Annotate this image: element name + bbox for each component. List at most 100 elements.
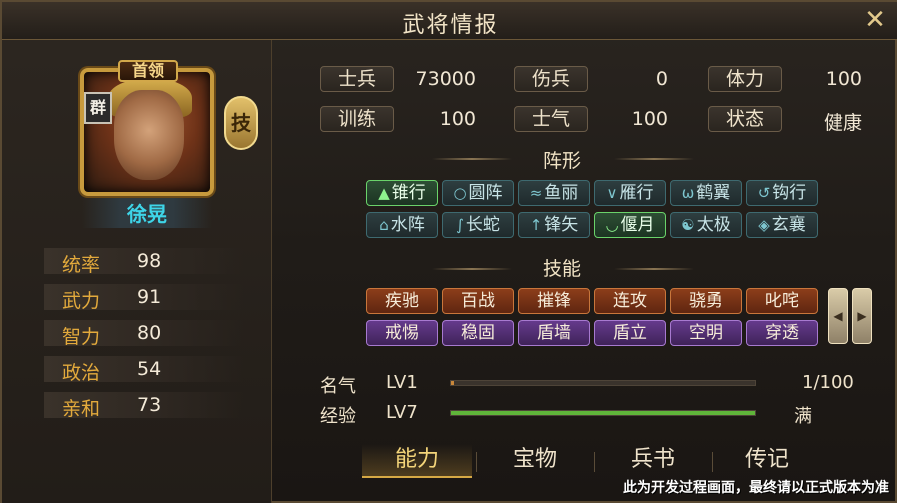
tab-biography[interactable]: 传记	[712, 444, 822, 478]
attribute-value: 91	[137, 286, 162, 308]
stat-label-status: 状态	[708, 106, 782, 132]
hero-portrait[interactable]: 首领 群	[80, 60, 216, 200]
divider	[614, 158, 694, 160]
stat-value-wounded: 0	[655, 68, 668, 90]
exp-bar-fill	[451, 411, 755, 415]
attribute-row: 亲和 73	[44, 392, 244, 420]
formation-icon: ⌂	[379, 216, 389, 234]
formation-icon: ≈	[529, 184, 543, 202]
fame-label: 名气	[320, 376, 356, 397]
attribute-value: 54	[137, 358, 162, 380]
dev-disclaimer: 此为开发过程画面，最终请以正式版本为准	[623, 480, 889, 496]
formation-label: 玄襄	[771, 215, 806, 235]
formation-chip[interactable]: ↑ 锋矢	[518, 212, 590, 238]
formation-label: 锥行	[391, 183, 426, 203]
formation-icon: ∨	[606, 184, 618, 202]
attribute-row: 智力 80	[44, 320, 244, 348]
skill-chip[interactable]: 百战	[442, 288, 514, 314]
skill-chip[interactable]: 戒惕	[366, 320, 438, 346]
formation-chip[interactable]: ▲ 锥行	[366, 180, 438, 206]
formation-chip[interactable]: ∨ 雁行	[594, 180, 666, 206]
skill-next-button[interactable]: ▶	[852, 288, 872, 344]
formation-chip[interactable]: ≈ 鱼丽	[518, 180, 590, 206]
formation-chip[interactable]: ∫ 长蛇	[442, 212, 514, 238]
exp-level: LV7	[386, 402, 418, 423]
attribute-label: 智力	[62, 326, 101, 348]
formation-icon: ◈	[758, 216, 770, 234]
stat-value-morale: 100	[631, 108, 668, 130]
formation-icon: ↺	[757, 184, 771, 202]
tab-military-book[interactable]: 兵书	[598, 444, 708, 478]
formation-icon: ▲	[378, 184, 390, 202]
portrait-frame	[80, 68, 214, 196]
formation-label: 圆阵	[468, 183, 503, 203]
exp-value: 满	[794, 406, 812, 427]
attribute-value: 80	[137, 322, 162, 344]
formation-chip[interactable]: ω 鹤翼	[670, 180, 742, 206]
formation-label: 偃月	[620, 215, 655, 235]
tab-separator	[594, 452, 595, 472]
window-title: 武将情报	[402, 13, 499, 38]
formation-chip[interactable]: ⌂ 水阵	[366, 212, 438, 238]
skill-chip[interactable]: 盾立	[594, 320, 666, 346]
formation-chip[interactable]: ☯ 太极	[670, 212, 742, 238]
skill-chip[interactable]: 稳固	[442, 320, 514, 346]
attribute-label: 政治	[62, 362, 101, 384]
stat-label-training: 训练	[320, 106, 394, 132]
skill-prev-button[interactable]: ◀	[828, 288, 848, 344]
formation-label: 鱼丽	[544, 183, 579, 203]
attribute-row: 政治 54	[44, 356, 244, 384]
tab-treasure[interactable]: 宝物	[480, 444, 590, 478]
stat-label-soldiers: 士兵	[320, 66, 394, 92]
attribute-row: 统率 98	[44, 248, 244, 276]
skill-chip[interactable]: 叱咤	[746, 288, 818, 314]
attribute-value: 98	[137, 250, 162, 272]
skill-chip[interactable]: 穿透	[746, 320, 818, 346]
skill-chip[interactable]: 空明	[670, 320, 742, 346]
stat-value-soldiers: 73000	[415, 68, 476, 90]
formation-label: 长蛇	[465, 215, 500, 235]
attribute-row: 武力 91	[44, 284, 244, 312]
formation-chip[interactable]: ○ 圆阵	[442, 180, 514, 206]
close-icon[interactable]: ✕	[861, 6, 889, 34]
attribute-value: 73	[137, 394, 162, 416]
skill-badge-button[interactable]: 技	[224, 96, 258, 150]
tab-bar: 能力 宝物 兵书 传记	[362, 444, 822, 478]
stat-value-status: 健康	[823, 112, 862, 134]
hero-name: 徐晃	[82, 198, 212, 228]
formation-chip[interactable]: ↺ 钩行	[746, 180, 818, 206]
stat-value-stamina: 100	[825, 68, 862, 90]
title-bar: 武将情报 ✕	[2, 2, 897, 40]
formation-icon: ∫	[456, 216, 464, 234]
fame-value: 1/100	[802, 372, 854, 393]
fame-level: LV1	[386, 372, 418, 393]
attribute-label: 亲和	[62, 398, 101, 420]
skill-chip[interactable]: 骁勇	[670, 288, 742, 314]
formation-icon: ☯	[681, 216, 695, 234]
skill-chip[interactable]: 摧锋	[518, 288, 590, 314]
skill-chip[interactable]: 盾墙	[518, 320, 590, 346]
hero-panel: 首领 群 技 徐晃 统率 98 武力 91 智力 80 政治 54 亲和 73	[2, 40, 272, 503]
stat-label-wounded: 伤兵	[514, 66, 588, 92]
faction-badge: 群	[84, 92, 112, 124]
divider	[614, 268, 694, 270]
skill-chip[interactable]: 疾驰	[366, 288, 438, 314]
formation-label: 太极	[696, 215, 731, 235]
face-art	[114, 90, 184, 180]
formation-label: 鹤翼	[696, 183, 731, 203]
fame-bar-fill	[451, 381, 455, 385]
formation-chip[interactable]: ◡ 偃月	[594, 212, 666, 238]
attribute-label: 统率	[62, 254, 101, 276]
tab-ability[interactable]: 能力	[362, 444, 472, 478]
formation-label: 水阵	[390, 215, 425, 235]
formation-label: 雁行	[619, 183, 654, 203]
exp-label: 经验	[320, 406, 356, 427]
stat-label-morale: 士气	[514, 106, 588, 132]
exp-bar	[450, 410, 756, 416]
fame-bar	[450, 380, 756, 386]
hero-info-window: 武将情报 ✕ 首领 群 技 徐晃 统率 98 武力 91 智力 80 政治 54	[0, 0, 897, 503]
formation-chip[interactable]: ◈ 玄襄	[746, 212, 818, 238]
formation-label: 锋矢	[544, 215, 579, 235]
skill-chip[interactable]: 连攻	[594, 288, 666, 314]
formation-label: 钩行	[772, 183, 807, 203]
